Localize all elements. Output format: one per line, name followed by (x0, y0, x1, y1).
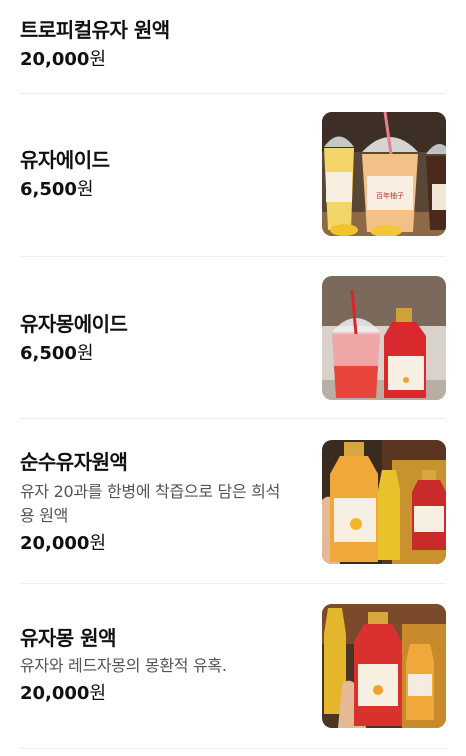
divider (20, 256, 446, 257)
menu-item-name: 순수유자원액 (20, 450, 128, 474)
menu-item-description: 유자 20과를 한병에 착즙으로 담은 희석용 원액 (20, 482, 280, 525)
menu-item-price: 6,500원 (20, 343, 94, 364)
divider (20, 583, 446, 584)
menu-item-name: 유자에이드 (20, 148, 110, 172)
menu-item-price: 20,000원 (20, 683, 107, 704)
menu-item-pure-yuja-concentrate[interactable]: 순수유자원액 유자 20과를 한병에 착즙으로 담은 희석용 원액 20,000… (20, 440, 446, 564)
menu-item-photo (322, 276, 446, 400)
menu-item-description: 유자와 레드자몽의 몽환적 유혹. (20, 656, 227, 675)
menu-item-name: 유자몽에이드 (20, 312, 128, 336)
menu-item-price: 20,000원 (20, 533, 107, 554)
menu-list: 트로피컬유자 원액 20,000원 유자에이드 6,500원 百年柚子 유자몽에… (0, 0, 466, 756)
divider (20, 93, 446, 94)
divider (20, 418, 446, 419)
menu-item-tropical-yuja[interactable]: 트로피컬유자 원액 20,000원 (20, 16, 446, 76)
menu-item-yuja-ade[interactable]: 유자에이드 6,500원 百年柚子 (20, 112, 446, 238)
menu-item-price: 6,500원 (20, 179, 94, 200)
cup-label: 百年柚子 (376, 191, 404, 200)
menu-item-yujamong-concentrate[interactable]: 유자몽 원액 유자와 레드자몽의 몽환적 유혹. 20,000원 (20, 604, 446, 728)
menu-item-photo (322, 440, 446, 564)
menu-item-price: 20,000원 (20, 49, 107, 70)
menu-item-name: 유자몽 원액 (20, 626, 116, 650)
menu-item-photo (322, 604, 446, 728)
menu-item-name: 트로피컬유자 원액 (20, 18, 170, 42)
divider (20, 748, 446, 749)
menu-item-yujamong-ade[interactable]: 유자몽에이드 6,500원 (20, 276, 446, 400)
menu-item-photo: 百年柚子 (322, 112, 446, 236)
